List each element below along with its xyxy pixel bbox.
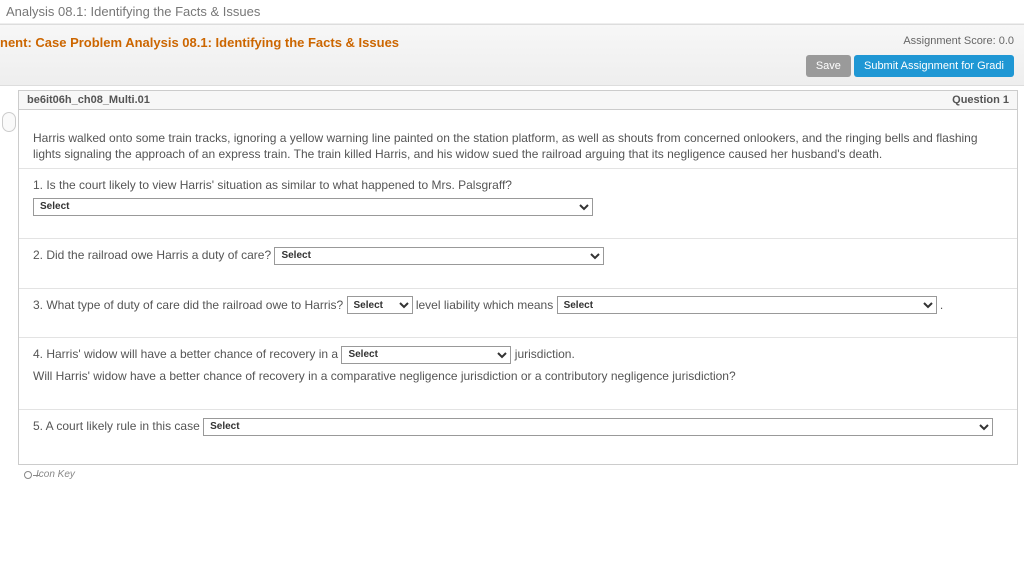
- question-2-text: 2. Did the railroad owe Harris a duty of…: [33, 248, 274, 262]
- question-3-select-b[interactable]: Select: [557, 296, 937, 314]
- question-1-row: 1. Is the court likely to view Harris' s…: [19, 168, 1017, 238]
- question-id: be6it06h_ch08_Multi.01: [27, 94, 150, 106]
- submit-button[interactable]: Submit Assignment for Gradi: [854, 55, 1014, 77]
- question-3-pre: 3. What type of duty of care did the rai…: [33, 298, 347, 312]
- scenario-text: Harris walked onto some train tracks, ig…: [19, 112, 1017, 168]
- question-2-row: 2. Did the railroad owe Harris a duty of…: [19, 238, 1017, 287]
- question-header: be6it06h_ch08_Multi.01 Question 1: [18, 90, 1018, 109]
- question-4-select[interactable]: Select: [341, 346, 511, 364]
- question-5-select[interactable]: Select: [203, 418, 993, 436]
- save-button[interactable]: Save: [806, 55, 851, 77]
- question-4-subtext: Will Harris' widow have a better chance …: [33, 366, 1003, 386]
- question-body: Harris walked onto some train tracks, ig…: [18, 109, 1018, 465]
- icon-key-row[interactable]: Icon Key: [18, 465, 1018, 484]
- assignment-right-panel: Assignment Score: 0.0 Save Submit Assign…: [806, 35, 1014, 77]
- assignment-bar: nent: Case Problem Analysis 08.1: Identi…: [0, 24, 1024, 86]
- question-2-select[interactable]: Select: [274, 247, 604, 265]
- prev-question-knob[interactable]: [2, 112, 16, 132]
- breadcrumb: Analysis 08.1: Identifying the Facts & I…: [0, 0, 1024, 24]
- question-4-post: jurisdiction.: [515, 347, 575, 361]
- question-container: be6it06h_ch08_Multi.01 Question 1 Harris…: [0, 86, 1024, 484]
- assignment-score: Assignment Score: 0.0: [806, 35, 1014, 47]
- question-4-row: 4. Harris' widow will have a better chan…: [19, 337, 1017, 409]
- question-number: Question 1: [952, 94, 1009, 106]
- question-3-post: .: [940, 298, 943, 312]
- question-3-select-a[interactable]: Select: [347, 296, 413, 314]
- question-4-pre: 4. Harris' widow will have a better chan…: [33, 347, 341, 361]
- assignment-title: nent: Case Problem Analysis 08.1: Identi…: [0, 35, 399, 50]
- question-1-text: 1. Is the court likely to view Harris' s…: [33, 178, 512, 192]
- question-3-mid: level liability which means: [416, 298, 557, 312]
- question-3-row: 3. What type of duty of care did the rai…: [19, 288, 1017, 337]
- question-5-text: 5. A court likely rule in this case: [33, 419, 203, 433]
- key-icon: [24, 471, 32, 479]
- question-1-select[interactable]: Select: [33, 198, 593, 216]
- question-5-row: 5. A court likely rule in this case Sele…: [19, 409, 1017, 458]
- icon-key-label: Icon Key: [36, 469, 75, 480]
